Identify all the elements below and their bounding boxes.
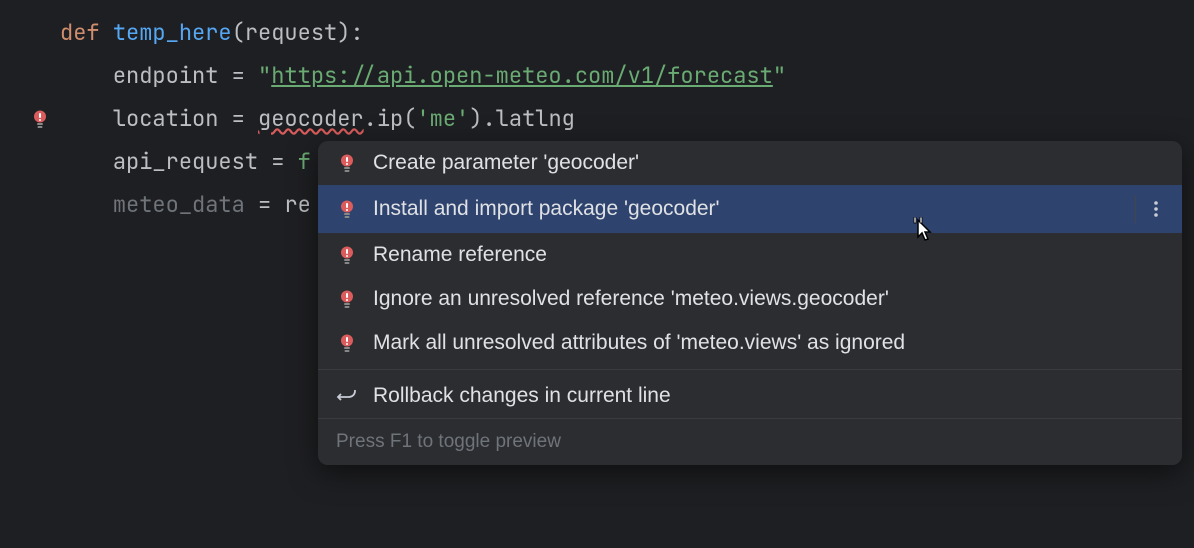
bulb-red-icon — [336, 198, 358, 220]
quickfix-popup: Create parameter 'geocoder' Install and … — [318, 141, 1182, 465]
quickfix-label: Ignore an unresolved reference 'meteo.vi… — [373, 287, 1164, 311]
identifier: endpoint — [113, 61, 219, 90]
bulb-red-icon — [336, 152, 358, 174]
undo-icon — [336, 385, 358, 407]
quickfix-label: Create parameter 'geocoder' — [373, 151, 1164, 175]
function-name: temp_here — [113, 18, 232, 47]
bulb-red-icon — [336, 332, 358, 354]
popup-footer-hint: Press F1 to toggle preview — [318, 418, 1182, 465]
identifier: location — [113, 104, 219, 133]
error-bulb-icon[interactable] — [29, 108, 51, 130]
code-text: (request): — [232, 18, 364, 47]
bulb-red-icon — [336, 288, 358, 310]
quickfix-label: Rollback changes in current line — [373, 384, 1164, 408]
separator — [318, 369, 1182, 370]
quickfix-item-install-import[interactable]: Install and import package 'geocoder' — [318, 185, 1182, 233]
string-url: https://api.open-meteo.com/v1/forecast — [271, 61, 773, 90]
quickfix-item-create-parameter[interactable]: Create parameter 'geocoder' — [318, 141, 1182, 185]
code-line-error: location = geocoder.ip('me').latlng — [0, 98, 1194, 141]
unresolved-reference: geocoder — [258, 104, 364, 133]
bulb-red-icon — [336, 244, 358, 266]
quickfix-label: Rename reference — [373, 243, 1164, 267]
quickfix-item-ignore-ref[interactable]: Ignore an unresolved reference 'meteo.vi… — [318, 277, 1182, 321]
code-line: def temp_here(request): — [0, 12, 1194, 55]
identifier: api_request — [113, 147, 258, 176]
code-line: endpoint = "https://api.open-meteo.com/v… — [0, 55, 1194, 98]
more-options-button[interactable] — [1135, 195, 1164, 223]
keyword-def: def — [60, 18, 100, 47]
quickfix-item-rename[interactable]: Rename reference — [318, 233, 1182, 277]
quickfix-item-rollback[interactable]: Rollback changes in current line — [318, 374, 1182, 418]
identifier-faded: meteo_data — [113, 190, 245, 219]
kebab-icon — [1148, 199, 1164, 219]
quickfix-item-ignore-all[interactable]: Mark all unresolved attributes of 'meteo… — [318, 321, 1182, 365]
quickfix-label: Install and import package 'geocoder' — [373, 197, 1120, 221]
quickfix-label: Mark all unresolved attributes of 'meteo… — [373, 331, 1164, 355]
